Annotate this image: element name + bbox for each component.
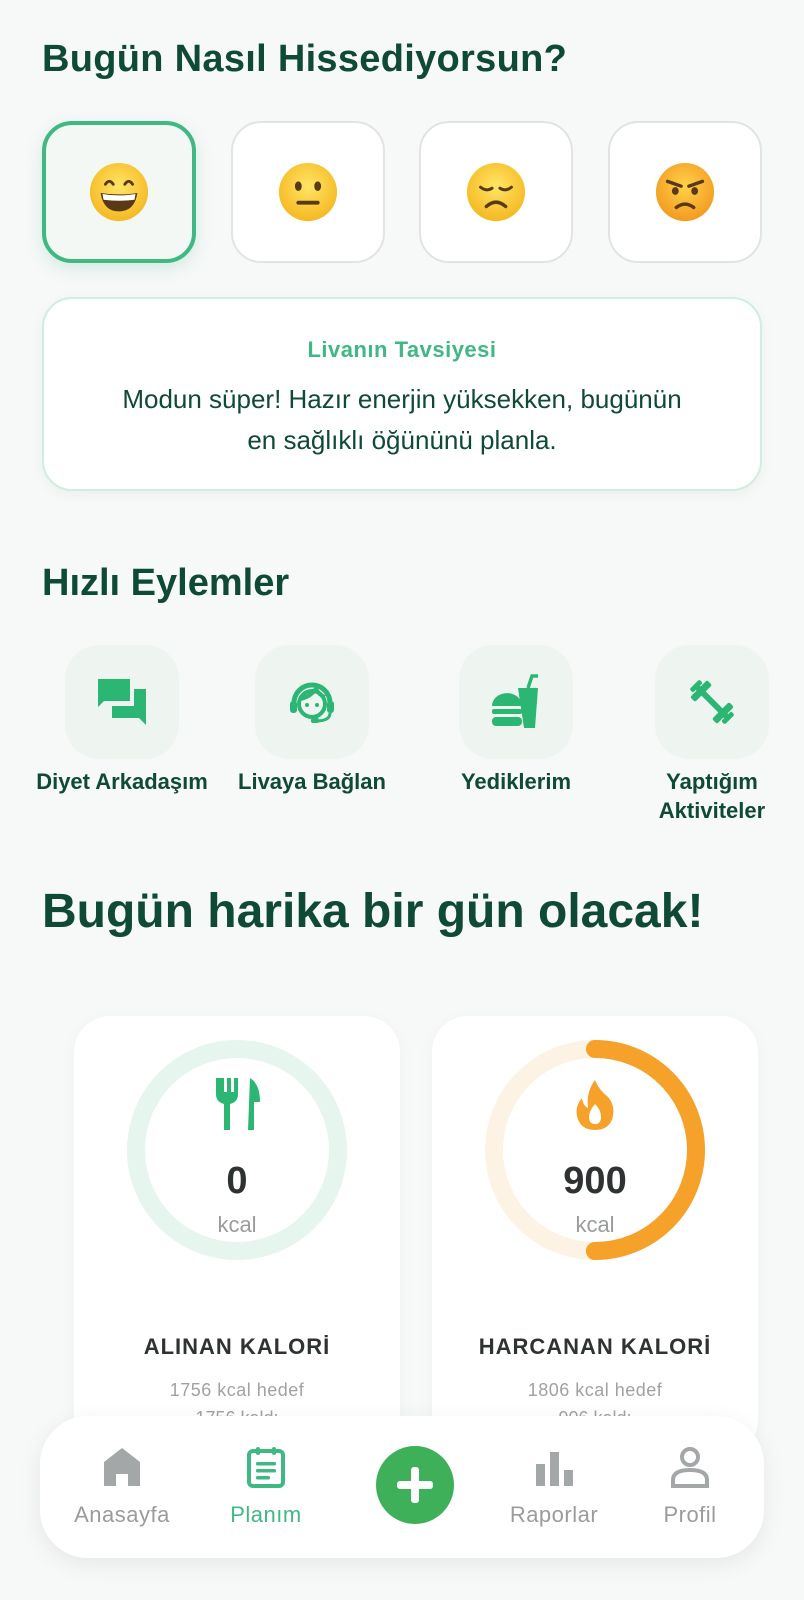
quick-action-what-i-ate[interactable]: Yediklerim xyxy=(416,645,616,796)
nav-item-plan[interactable]: Planım xyxy=(196,1416,336,1558)
quick-action-icon-box xyxy=(255,645,369,759)
calorie-unit: kcal xyxy=(217,1212,257,1237)
mood-option-sad[interactable] xyxy=(419,121,574,263)
quick-action-label: Diyet Arkadaşım xyxy=(36,769,208,794)
support-agent-icon xyxy=(290,682,334,723)
advice-card: Livanın Tavsiyesi Modun süper! Hazır ene… xyxy=(42,297,762,491)
quick-action-icon-box xyxy=(459,645,573,759)
calories-out-card[interactable]: 900 kcal HARCANAN KALORİ 1806 kcal hedef… xyxy=(432,1016,758,1456)
calorie-unit: kcal xyxy=(575,1212,615,1237)
add-button[interactable] xyxy=(376,1446,454,1524)
bar-chart-icon xyxy=(536,1452,573,1486)
calorie-label: ALINAN KALORİ xyxy=(143,1334,331,1359)
nav-label: Planım xyxy=(230,1502,302,1527)
nav-label: Anasayfa xyxy=(74,1502,170,1527)
day-message: Bugün harika bir gün olacak! xyxy=(42,885,704,938)
plus-icon xyxy=(397,1467,433,1503)
neutral-face-icon xyxy=(278,162,337,222)
quick-action-icon-box xyxy=(655,645,769,759)
quick-action-diet-buddy[interactable]: Diyet Arkadaşım xyxy=(22,645,222,796)
grinning-face-icon xyxy=(89,162,149,222)
advice-text: Modun süper! Hazır enerjin yüksekken, bu… xyxy=(122,384,682,455)
nav-item-profile[interactable]: Profil xyxy=(620,1416,760,1558)
nav-item-reports[interactable]: Raporlar xyxy=(484,1416,624,1558)
nav-item-home[interactable]: Anasayfa xyxy=(52,1416,192,1558)
flame-icon xyxy=(576,1080,614,1130)
dumbbell-icon xyxy=(690,680,734,724)
quick-action-label: Yaptığım Aktiviteler xyxy=(658,769,766,823)
nav-label: Raporlar xyxy=(509,1502,599,1527)
mood-option-neutral[interactable] xyxy=(230,121,385,263)
home-icon xyxy=(104,1448,140,1486)
chat-bubbles-icon xyxy=(98,679,146,725)
quick-actions-title: Hızlı Eylemler xyxy=(42,562,290,604)
angry-face-icon xyxy=(655,162,715,222)
bottom-navigation: Anasayfa Planım Raporlar Profil xyxy=(40,1416,764,1558)
person-icon xyxy=(671,1447,709,1488)
calorie-target: 1756 kcal hedef xyxy=(169,1380,305,1400)
disappointed-face-icon xyxy=(467,162,526,222)
advice-title: Livanın Tavsiyesi xyxy=(307,337,497,362)
mood-option-angry[interactable] xyxy=(607,121,762,263)
calorie-label: HARCANAN KALORİ xyxy=(478,1334,712,1359)
mood-selector xyxy=(42,121,762,263)
nav-label: Profil xyxy=(663,1502,717,1527)
quick-action-connect-liva[interactable]: Livaya Bağlan xyxy=(212,645,412,796)
quick-actions: Diyet Arkadaşım Livaya Bağlan Yediklerim… xyxy=(0,645,804,825)
quick-action-label: Yediklerim xyxy=(460,769,572,794)
plan-list-icon xyxy=(247,1447,285,1488)
mood-option-happy[interactable] xyxy=(42,121,196,263)
calorie-target: 1806 kcal hedef xyxy=(527,1380,663,1400)
calories-in-card[interactable]: 0 kcal ALINAN KALORİ 1756 kcal hedef 175… xyxy=(74,1016,400,1456)
fastfood-icon xyxy=(492,674,538,728)
calorie-value: 900 xyxy=(563,1160,627,1202)
fork-knife-icon xyxy=(216,1078,260,1130)
quick-action-icon-box xyxy=(65,645,179,759)
quick-action-label: Livaya Bağlan xyxy=(238,769,386,794)
mood-title: Bugün Nasıl Hissediyorsun? xyxy=(42,38,568,80)
calorie-value: 0 xyxy=(226,1160,248,1202)
quick-action-activities[interactable]: Yaptığım Aktiviteler xyxy=(612,645,804,825)
